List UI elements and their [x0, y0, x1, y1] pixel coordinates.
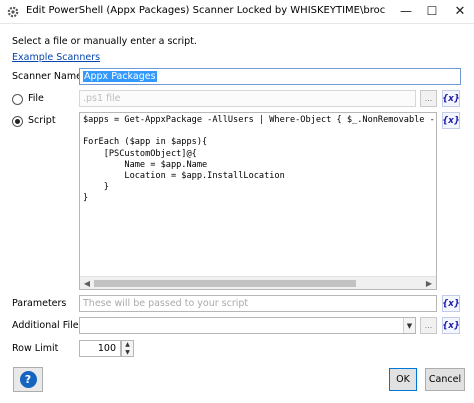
file-radio[interactable] [12, 94, 23, 105]
ok-button[interactable]: OK [389, 368, 417, 391]
scanner-name-label: Scanner Name [12, 71, 82, 82]
instructions-text: Select a file or manually enter a script… [12, 36, 197, 47]
example-scanners-link[interactable]: Example Scanners [12, 52, 100, 63]
row-limit-input[interactable]: 100 [79, 340, 121, 357]
scroll-left-icon[interactable]: ◀ [81, 278, 93, 289]
file-path-placeholder: .ps1 file [83, 93, 121, 104]
gear-icon [7, 6, 19, 18]
browse-additional-files-button[interactable]: ... [420, 317, 437, 334]
row-limit-label: Row Limit [12, 343, 59, 354]
scanner-name-input[interactable]: Appx Packages [79, 68, 461, 85]
title-bar: Edit PowerShell (Appx Packages) Scanner … [0, 0, 474, 24]
maximize-button[interactable]: ☐ [418, 0, 446, 22]
horizontal-scrollbar[interactable]: ◀ ▶ [80, 276, 436, 289]
stepper-up-icon[interactable]: ▲ [122, 341, 133, 348]
chevron-down-icon[interactable]: ▼ [403, 318, 415, 333]
variable-icon[interactable]: {x} [442, 317, 460, 334]
row-limit-stepper[interactable]: ▲ ▼ [121, 340, 134, 357]
cancel-button[interactable]: Cancel [425, 368, 465, 391]
script-label: Script [28, 115, 56, 126]
variable-icon[interactable]: {x} [442, 90, 460, 107]
file-path-input[interactable]: .ps1 file [79, 90, 416, 107]
variable-icon[interactable]: {x} [442, 295, 460, 312]
file-label: File [28, 93, 44, 104]
additional-files-label: Additional Files [12, 320, 84, 331]
close-button[interactable]: ✕ [446, 0, 474, 22]
additional-files-dropdown[interactable] [79, 317, 416, 334]
parameters-label: Parameters [12, 298, 67, 309]
parameters-placeholder: These will be passed to your script [83, 298, 249, 309]
stepper-down-icon[interactable]: ▼ [122, 349, 133, 356]
variable-icon[interactable]: {x} [442, 112, 460, 129]
help-button[interactable]: ? [13, 367, 43, 392]
script-editor[interactable]: $apps = Get-AppxPackage -AllUsers | Wher… [79, 112, 437, 290]
minimize-button[interactable]: — [392, 0, 420, 22]
script-radio[interactable] [12, 116, 23, 127]
scroll-right-icon[interactable]: ▶ [423, 278, 435, 289]
script-code[interactable]: $apps = Get-AppxPackage -AllUsers | Wher… [83, 115, 434, 275]
help-icon: ? [19, 371, 37, 388]
scanner-name-value: Appx Packages [83, 71, 157, 82]
window-title: Edit PowerShell (Appx Packages) Scanner … [26, 5, 386, 16]
parameters-input[interactable]: These will be passed to your script [79, 295, 437, 312]
browse-file-button[interactable]: ... [420, 90, 437, 107]
scrollbar-thumb[interactable] [94, 280, 356, 287]
